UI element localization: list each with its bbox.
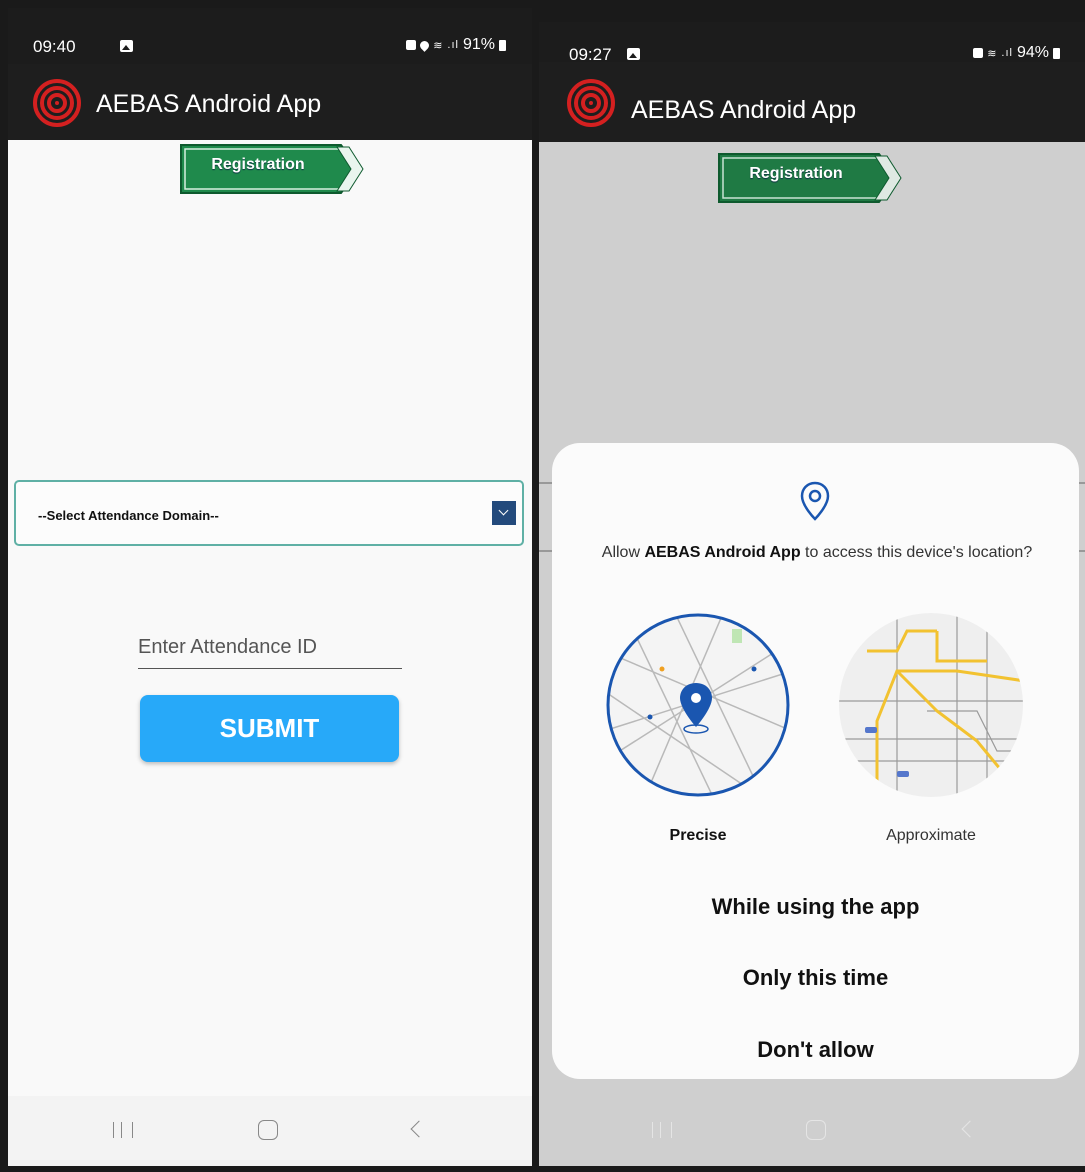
navigation-bar xyxy=(539,1096,1085,1166)
registration-button[interactable]: Registration xyxy=(179,141,364,197)
wifi-icon: ≋ xyxy=(987,47,998,60)
status-bar: 09:27 ≋ .ıl 94% xyxy=(539,22,1085,64)
dont-allow-button[interactable]: Don't allow xyxy=(552,1037,1079,1063)
back-icon[interactable] xyxy=(961,1120,979,1138)
precise-location-option[interactable] xyxy=(604,611,792,799)
left-phone-screen: 09:40 ≋ .ıl 91% AEBAS Android App Regist… xyxy=(8,8,532,1166)
fingerprint-logo-icon xyxy=(567,79,615,127)
chevron-down-icon[interactable] xyxy=(492,501,516,525)
status-icons: ≋ .ıl 91% xyxy=(406,36,506,54)
location-pin-icon xyxy=(800,481,830,521)
signal-icon: .ıl xyxy=(1001,47,1013,59)
location-permission-dialog: Allow AEBAS Android App to access this d… xyxy=(552,443,1079,1079)
message-prefix: Allow xyxy=(601,544,645,561)
approximate-location-option[interactable] xyxy=(837,611,1025,799)
registration-label: Registration xyxy=(211,156,305,173)
precise-label: Precise xyxy=(669,827,727,844)
status-time: 09:40 xyxy=(33,37,76,56)
registration-button: Registration xyxy=(717,150,902,206)
recent-apps-icon[interactable] xyxy=(113,1122,133,1138)
gallery-icon xyxy=(627,48,640,60)
app-bar: AEBAS Android App xyxy=(8,64,532,140)
app-title: AEBAS Android App xyxy=(96,90,322,118)
recent-apps-icon[interactable] xyxy=(652,1122,672,1138)
signal-icon: .ıl xyxy=(447,39,459,51)
permission-message: Allow AEBAS Android App to access this d… xyxy=(572,541,1062,565)
status-icons: ≋ .ıl 94% xyxy=(973,44,1060,62)
home-icon[interactable] xyxy=(258,1120,278,1140)
message-suffix: to access this device's location? xyxy=(800,544,1033,561)
while-using-app-button[interactable]: While using the app xyxy=(552,894,1079,920)
alarm-icon xyxy=(406,40,417,50)
location-icon xyxy=(418,38,432,52)
back-icon[interactable] xyxy=(410,1120,428,1138)
attendance-domain-select[interactable]: --Select Attendance Domain-- xyxy=(14,480,524,546)
wifi-icon: ≋ xyxy=(433,39,444,52)
battery-icon xyxy=(1053,47,1060,59)
status-bar: 09:40 ≋ .ıl 91% xyxy=(8,8,532,64)
app-bar: AEBAS Android App xyxy=(539,62,1085,142)
only-this-time-button[interactable]: Only this time xyxy=(552,965,1079,991)
submit-button[interactable]: SUBMIT xyxy=(140,695,399,762)
battery-icon xyxy=(499,39,506,51)
domain-select-value: --Select Attendance Domain-- xyxy=(38,508,219,523)
registration-label: Registration xyxy=(749,165,843,182)
battery-percent: 94% xyxy=(1016,44,1049,61)
attendance-id-input[interactable] xyxy=(138,630,402,669)
approximate-label: Approximate xyxy=(886,827,976,844)
alarm-icon xyxy=(973,48,984,58)
fingerprint-logo-icon xyxy=(33,79,81,127)
home-icon[interactable] xyxy=(806,1120,826,1140)
message-app-name: AEBAS Android App xyxy=(644,544,801,561)
navigation-bar xyxy=(8,1096,532,1166)
app-title: AEBAS Android App xyxy=(631,96,857,124)
battery-percent: 91% xyxy=(462,36,495,53)
gallery-icon xyxy=(120,40,133,52)
right-phone-screen: 09:27 ≋ .ıl 94% AEBAS Android App Regist… xyxy=(539,22,1085,1166)
